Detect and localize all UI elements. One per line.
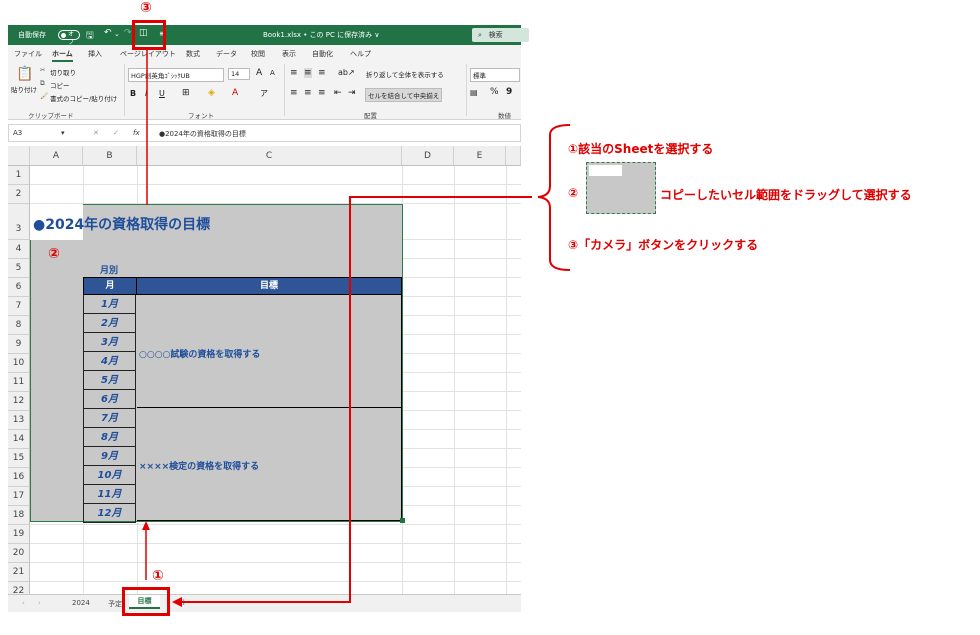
step-2-mark: ② — [568, 186, 579, 200]
annotation-arrows — [142, 50, 571, 607]
range-illustration-cell — [589, 165, 622, 176]
step-2-note: コピーしたいセル範囲をドラッグして選択する — [660, 188, 912, 202]
range-illustration — [586, 162, 656, 214]
step-1-note: ①該当のSheetを選択する — [568, 142, 714, 156]
step-3-note: ③「カメラ」ボタンをクリックする — [568, 238, 759, 252]
